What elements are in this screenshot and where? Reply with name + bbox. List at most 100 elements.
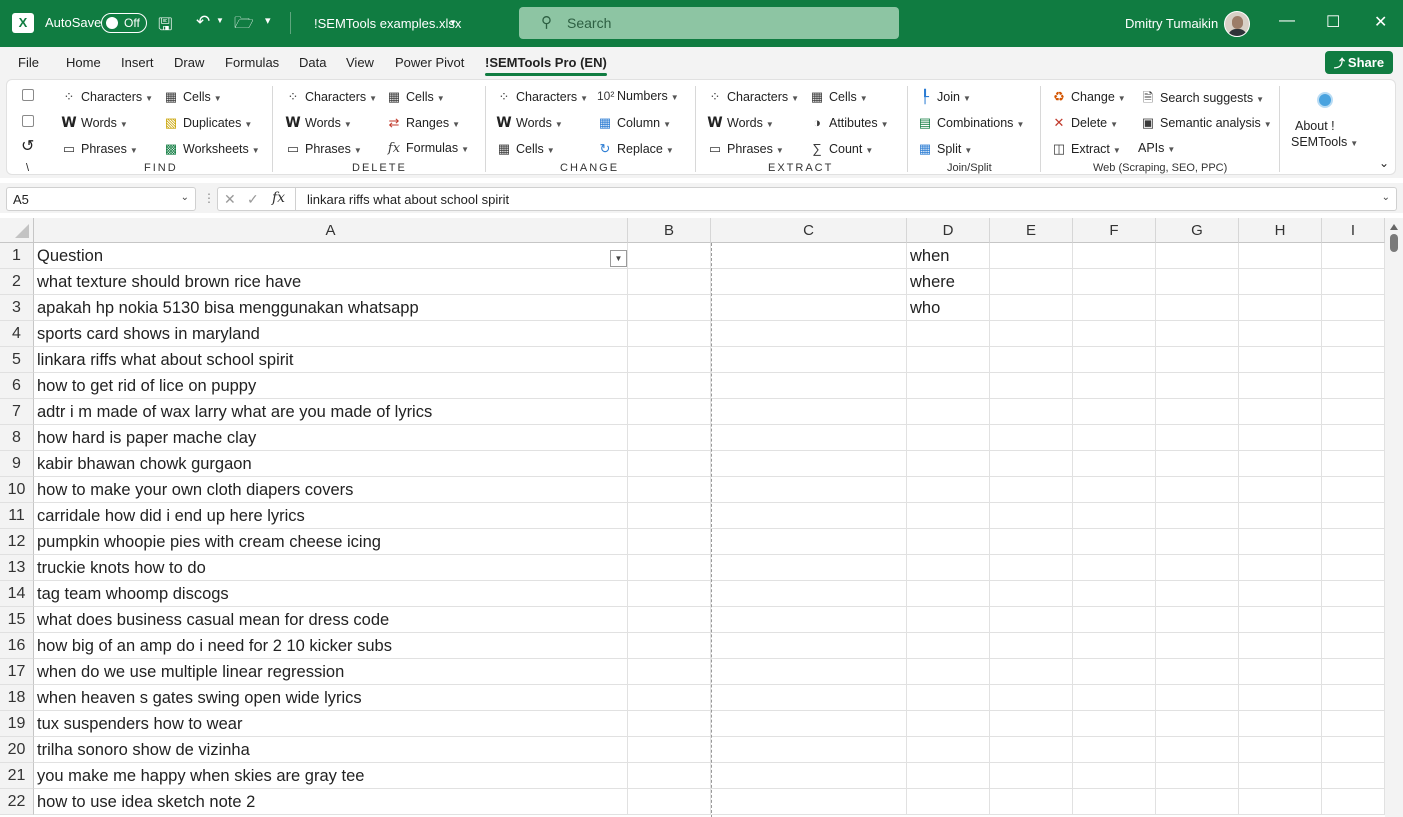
cell-d9[interactable] [907,451,990,477]
change-numbers-button[interactable]: 10² Numbers ▼ [597,89,679,103]
cell-c21[interactable] [711,763,907,789]
cell-a12[interactable]: pumpkin whoopie pies with cream cheese i… [34,529,628,555]
file-name[interactable]: !SEMTools examples.xlsx [314,16,461,31]
cell-d12[interactable] [907,529,990,555]
cell-c11[interactable] [711,503,907,529]
change-cells-button[interactable]: ▦ Cells ▼ [496,141,555,157]
collapse-ribbon-icon[interactable]: ⌄ [1379,156,1389,170]
cell-h11[interactable] [1239,503,1322,529]
cell-g7[interactable] [1156,399,1239,425]
cell-a21[interactable]: you make me happy when skies are gray te… [34,763,628,789]
cell-f21[interactable] [1073,763,1156,789]
column-header-c[interactable]: C [711,218,907,243]
cell-e15[interactable] [990,607,1073,633]
formula-input[interactable]: linkara riffs what about school spirit ⌄ [296,187,1397,211]
cell-d6[interactable] [907,373,990,399]
cell-e10[interactable] [990,477,1073,503]
enter-icon[interactable]: ✓ [247,191,259,208]
undo-icon[interactable]: ↶ [196,12,210,32]
cell-i19[interactable] [1322,711,1385,737]
cell-f13[interactable] [1073,555,1156,581]
cell-e3[interactable] [990,295,1073,321]
about-icon[interactable] [1317,92,1333,108]
cell-a14[interactable]: tag team whoomp discogs [34,581,628,607]
cell-a13[interactable]: truckie knots how to do [34,555,628,581]
delete-phrases-button[interactable]: ▭ Phrases ▼ [285,141,362,157]
cell-f1[interactable] [1073,243,1156,269]
cell-i15[interactable] [1322,607,1385,633]
cell-b20[interactable] [628,737,711,763]
close-icon[interactable]: ✕ [1374,12,1387,32]
delete-characters-button[interactable]: ⁘ Characters ▼ [285,89,378,105]
column-header-g[interactable]: G [1156,218,1239,243]
file-name-dropdown-icon[interactable]: ▼ [449,18,457,27]
apis-button[interactable]: APIs ▼ [1138,141,1175,155]
expand-formula-icon[interactable]: ⌄ [1382,192,1390,203]
row-header[interactable]: 3 [0,295,34,321]
cell-g19[interactable] [1156,711,1239,737]
cell-d11[interactable] [907,503,990,529]
change-characters-button[interactable]: ⁘ Characters ▼ [496,89,589,105]
row-header[interactable]: 10 [0,477,34,503]
cell-b16[interactable] [628,633,711,659]
cell-i12[interactable] [1322,529,1385,555]
extract-words-button[interactable]: W Words ▼ [707,115,774,131]
cell-g6[interactable] [1156,373,1239,399]
row-header[interactable]: 17 [0,659,34,685]
join-button[interactable]: ┞ Join ▼ [917,89,971,105]
cell-c2[interactable] [711,269,907,295]
cell-e19[interactable] [990,711,1073,737]
cell-e17[interactable] [990,659,1073,685]
cell-f16[interactable] [1073,633,1156,659]
tab-formulas[interactable]: Formulas [225,55,279,70]
cell-d15[interactable] [907,607,990,633]
cell-g17[interactable] [1156,659,1239,685]
user-avatar[interactable] [1224,11,1250,37]
cell-e13[interactable] [990,555,1073,581]
row-header[interactable]: 6 [0,373,34,399]
extract-characters-button[interactable]: ⁘ Characters ▼ [707,89,800,105]
cell-f11[interactable] [1073,503,1156,529]
cell-h13[interactable] [1239,555,1322,581]
customize-toolbar-icon[interactable]: ▾ [265,14,271,27]
cell-i18[interactable] [1322,685,1385,711]
open-folder-icon[interactable]: 🗁 [234,12,254,39]
extract-cells-button[interactable]: ▦ Cells ▼ [809,89,868,105]
cell-g21[interactable] [1156,763,1239,789]
column-header-a[interactable]: A [34,218,628,243]
row-header[interactable]: 16 [0,633,34,659]
cell-e21[interactable] [990,763,1073,789]
cell-h9[interactable] [1239,451,1322,477]
cell-h22[interactable] [1239,789,1322,815]
cell-f9[interactable] [1073,451,1156,477]
cell-i6[interactable] [1322,373,1385,399]
change-column-button[interactable]: ▦ Column ▼ [597,115,671,131]
about-semtools-button[interactable]: SEMTools ▼ [1291,135,1358,149]
cell-i20[interactable] [1322,737,1385,763]
column-header-f[interactable]: F [1073,218,1156,243]
cell-i9[interactable] [1322,451,1385,477]
delete-words-button[interactable]: W Words ▼ [285,115,352,131]
autosave-toggle[interactable]: Off [101,13,147,33]
tab-home[interactable]: Home [66,55,101,70]
cell-c9[interactable] [711,451,907,477]
cell-d4[interactable] [907,321,990,347]
cell-a2[interactable]: what texture should brown rice have [34,269,628,295]
cell-b7[interactable] [628,399,711,425]
share-button[interactable]: ⤴ Share [1325,51,1393,74]
cell-h1[interactable] [1239,243,1322,269]
row-header[interactable]: 11 [0,503,34,529]
cell-e5[interactable] [990,347,1073,373]
cell-g20[interactable] [1156,737,1239,763]
cell-b4[interactable] [628,321,711,347]
ribbon-checkbox-2[interactable] [22,115,34,127]
cell-c15[interactable] [711,607,907,633]
cell-c19[interactable] [711,711,907,737]
extract-count-button[interactable]: ∑ Count ▼ [809,141,873,156]
cell-b1[interactable] [628,243,711,269]
cell-c17[interactable] [711,659,907,685]
row-header[interactable]: 13 [0,555,34,581]
row-header[interactable]: 19 [0,711,34,737]
cell-a17[interactable]: when do we use multiple linear regressio… [34,659,628,685]
cell-f7[interactable] [1073,399,1156,425]
